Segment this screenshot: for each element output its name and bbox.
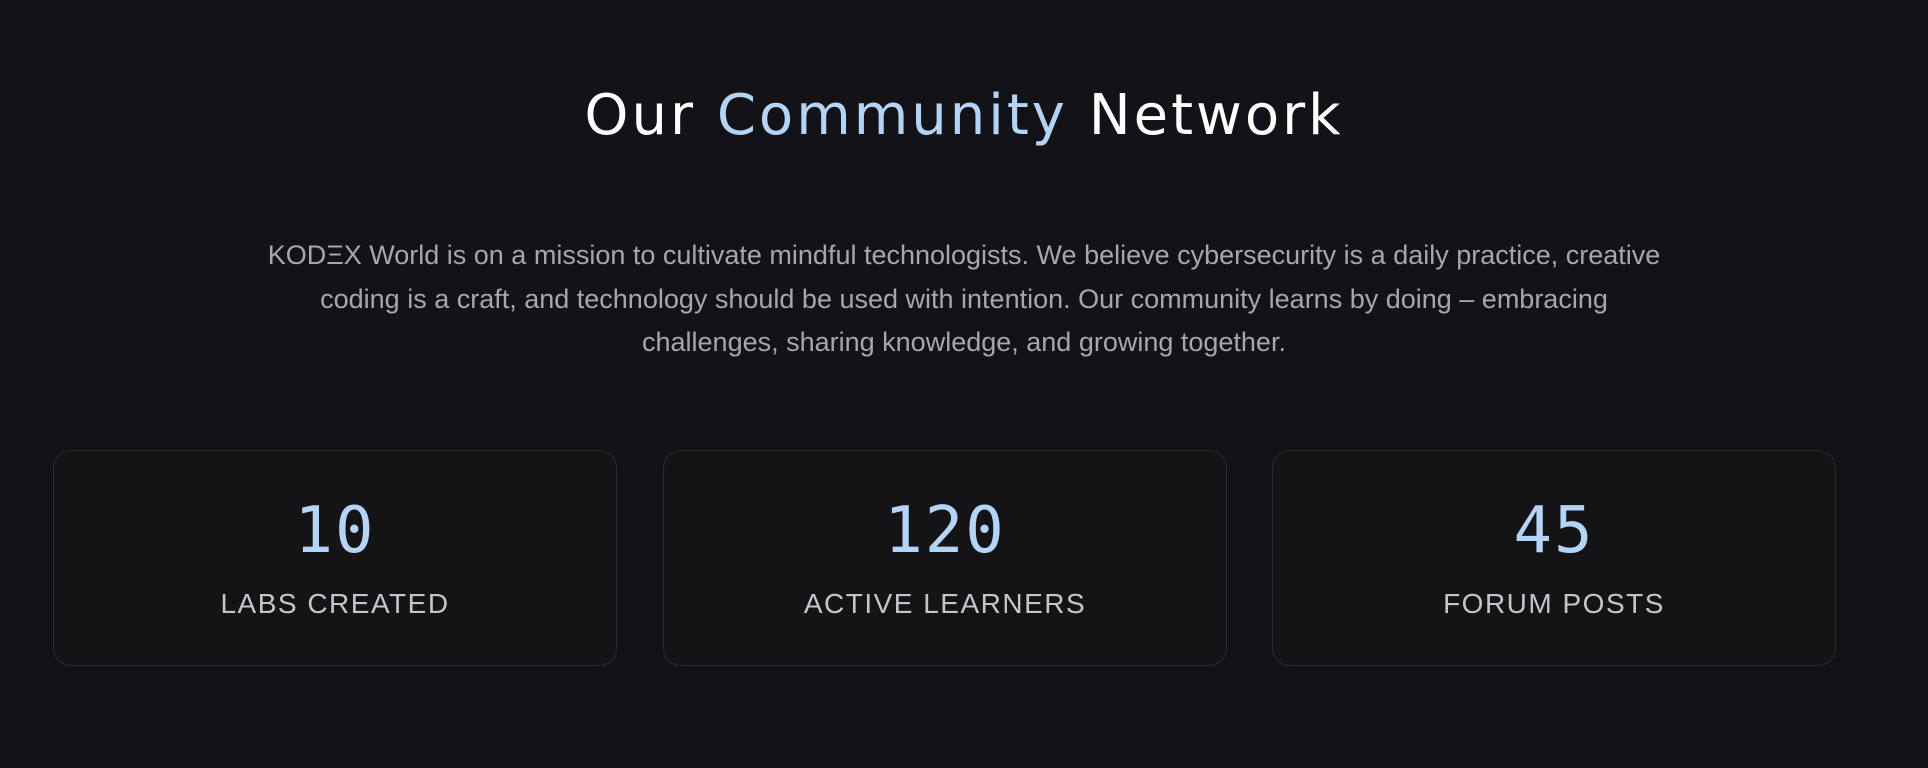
stat-card-learners: 120 ACTIVE LEARNERS bbox=[663, 450, 1227, 666]
title-part-1: Our bbox=[584, 83, 717, 148]
stat-value: 45 bbox=[1513, 494, 1595, 568]
stat-card-labs: 10 LABS CREATED bbox=[53, 450, 617, 666]
stat-value: 10 bbox=[294, 494, 376, 568]
stat-label: ACTIVE LEARNERS bbox=[803, 588, 1087, 619]
stats-row: 10 LABS CREATED 120 ACTIVE LEARNERS 45 F… bbox=[53, 450, 1839, 668]
community-section: Our Community Network KODΞX World is on … bbox=[0, 0, 1928, 768]
section-title: Our Community Network bbox=[0, 78, 1928, 154]
stat-value: 120 bbox=[884, 494, 1006, 568]
title-accent: Community bbox=[716, 83, 1068, 148]
stat-card-forum-posts: 45 FORUM POSTS bbox=[1272, 450, 1836, 666]
mission-statement: KODΞX World is on a mission to cultivate… bbox=[267, 240, 1661, 357]
stat-label: LABS CREATED bbox=[220, 588, 450, 619]
title-part-2: Network bbox=[1067, 83, 1344, 148]
stat-label: FORUM POSTS bbox=[1443, 588, 1665, 619]
